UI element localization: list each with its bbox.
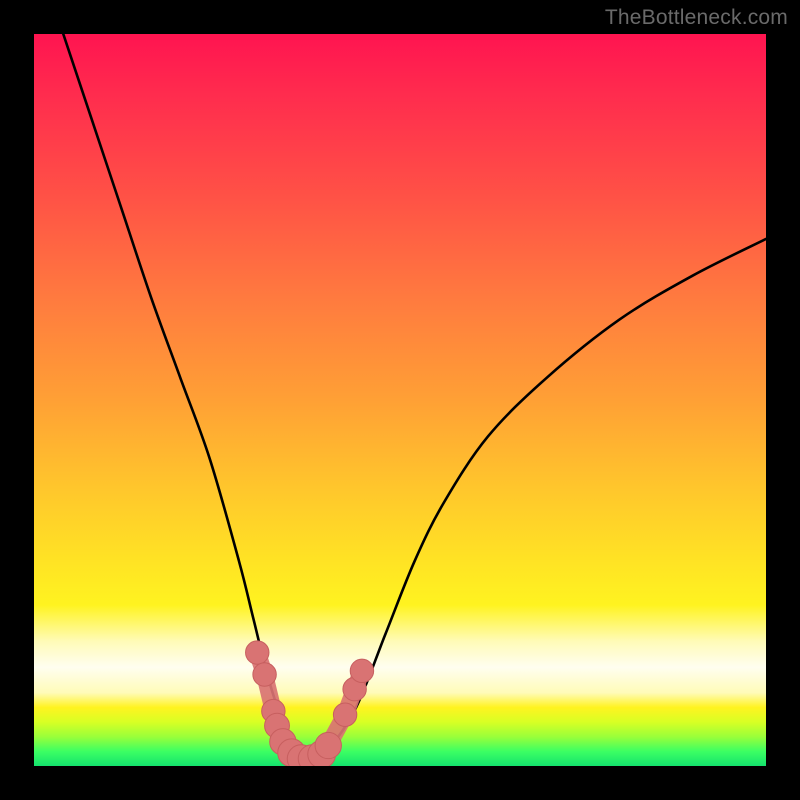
curve-marker (315, 732, 341, 758)
chart-svg (34, 34, 766, 766)
curve-path (63, 34, 766, 759)
curve-marker (333, 703, 356, 726)
curve-markers (246, 641, 374, 766)
bottleneck-curve (63, 34, 766, 759)
watermark-text: TheBottleneck.com (605, 6, 788, 30)
curve-marker (350, 659, 373, 682)
chart-frame: TheBottleneck.com (0, 0, 800, 800)
curve-marker (253, 663, 276, 686)
curve-marker (246, 641, 269, 664)
plot-area (34, 34, 766, 766)
